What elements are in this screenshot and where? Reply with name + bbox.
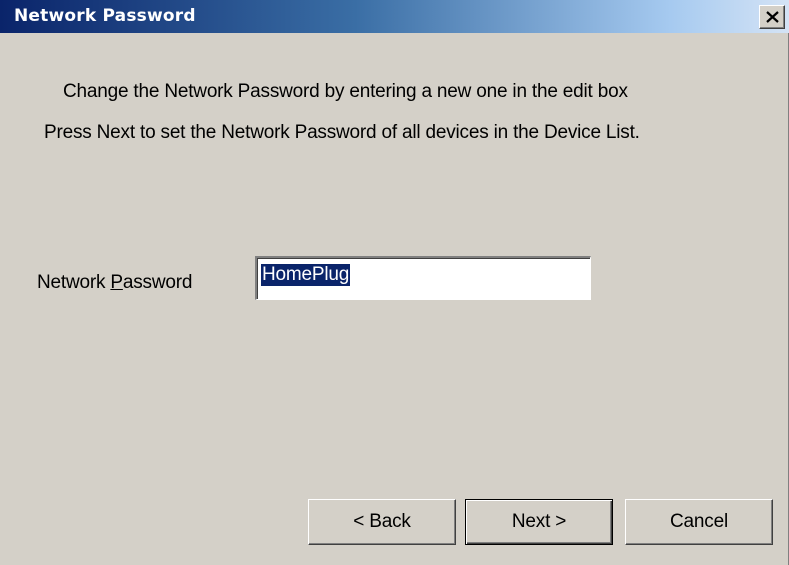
title-bar[interactable]: Network Password bbox=[0, 0, 789, 33]
back-button[interactable]: < Back bbox=[308, 499, 456, 545]
cancel-button[interactable]: Cancel bbox=[625, 499, 773, 545]
label-prefix: Network bbox=[37, 272, 111, 293]
label-suffix: assword bbox=[122, 272, 193, 293]
close-button[interactable] bbox=[759, 5, 785, 29]
next-button[interactable]: Next > bbox=[465, 499, 613, 545]
network-password-label: Network Password bbox=[37, 272, 192, 294]
window-title: Network Password bbox=[14, 6, 196, 26]
instruction-line-2: Press Next to set the Network Password o… bbox=[44, 122, 640, 143]
instruction-line-1: Change the Network Password by entering … bbox=[63, 81, 628, 102]
network-password-value: HomePlug bbox=[261, 264, 351, 286]
network-password-dialog: Network Password Change the Network Pass… bbox=[0, 0, 789, 565]
close-icon bbox=[766, 11, 779, 23]
network-password-input[interactable]: HomePlug bbox=[255, 256, 591, 300]
label-accelerator: P bbox=[110, 272, 123, 293]
